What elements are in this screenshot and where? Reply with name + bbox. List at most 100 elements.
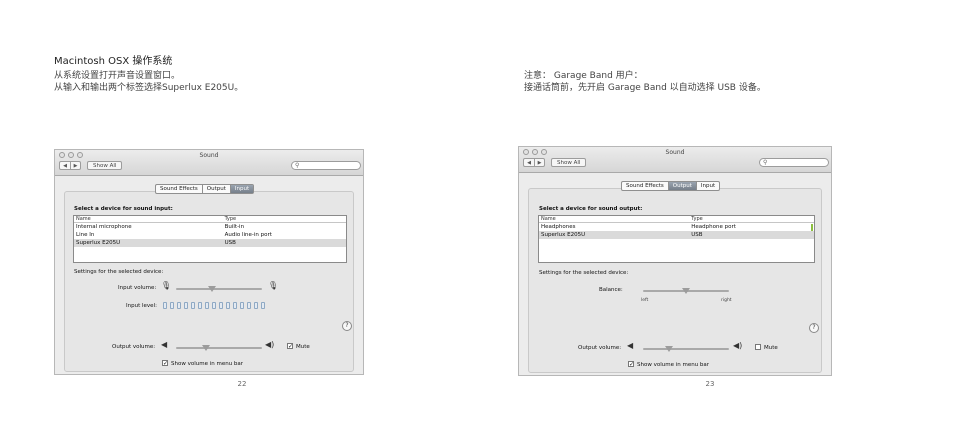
device-type: USB	[224, 240, 236, 246]
select-device-title: Select a device for sound input:	[74, 206, 173, 212]
input-level-led	[170, 302, 174, 309]
table-header: Name Type	[539, 216, 814, 223]
show-all-button[interactable]: Show All	[551, 158, 587, 167]
input-level-led	[191, 302, 195, 309]
tab-output[interactable]: Output	[667, 182, 696, 190]
show-volume-checkbox[interactable]: ✓	[628, 361, 634, 368]
device-name: Line In	[76, 232, 95, 238]
balance-slider-thumb[interactable]	[682, 288, 690, 294]
output-volume-label: Output volume:	[578, 345, 622, 351]
input-level-led	[261, 302, 265, 309]
forward-button[interactable]: ▶	[534, 159, 544, 166]
show-volume-checkbox[interactable]: ✓	[162, 360, 168, 367]
window-title: Sound	[665, 149, 685, 156]
settings-label: Settings for the selected device:	[74, 269, 164, 275]
device-name: Headphones	[541, 224, 576, 230]
input-level-led	[240, 302, 244, 309]
balance-left-label: left	[641, 298, 649, 303]
speaker-low-icon: ◀	[161, 340, 168, 349]
device-name: Superlux E205U	[541, 232, 586, 238]
input-level-led	[254, 302, 258, 309]
input-device-table[interactable]: Name Type Internal microphone Built-in L…	[73, 215, 347, 263]
back-button[interactable]: ◀	[524, 159, 534, 166]
input-volume-label: Input volume:	[118, 285, 157, 291]
table-header: Name Type	[74, 216, 346, 223]
window-title: Sound	[199, 152, 219, 159]
output-volume-slider-thumb[interactable]	[664, 346, 673, 352]
column-type-header[interactable]: Type	[690, 216, 814, 222]
window-toolbar: Sound ◀ ▶ Show All ⚲	[55, 150, 363, 176]
note-line-2: 接通话筒前，先开启 Garage Band 以自动选择 USB 设备。	[524, 83, 766, 93]
output-device-table[interactable]: Name Type Headphones Headphone port Supe…	[538, 215, 815, 263]
help-button[interactable]: ?	[809, 323, 819, 333]
device-name: Internal microphone	[76, 224, 132, 230]
column-name-header[interactable]: Name	[74, 216, 224, 222]
device-name: Superlux E205U	[76, 240, 121, 246]
mute-label: Mute	[764, 345, 778, 351]
tab-sound-effects[interactable]: Sound Effects	[622, 182, 668, 190]
input-level-led	[163, 302, 167, 309]
device-type: Headphone port	[691, 224, 736, 230]
output-volume-slider[interactable]	[643, 348, 729, 350]
search-field[interactable]: ⚲	[291, 161, 361, 170]
back-button[interactable]: ◀	[60, 162, 70, 169]
forward-button[interactable]: ▶	[70, 162, 80, 169]
input-level-led	[233, 302, 237, 309]
page-number-left: 22	[237, 380, 247, 388]
tab-output[interactable]: Output	[201, 185, 230, 193]
input-level-led	[184, 302, 188, 309]
instruction-line-1: 从系统设置打开声音设置窗口。	[54, 71, 181, 81]
note-line-1: 注意： Garage Band 用户：	[524, 71, 643, 81]
input-volume-slider-thumb[interactable]	[208, 286, 217, 292]
sound-preferences-window-input: Sound ◀ ▶ Show All ⚲ Sound Effects Outpu…	[54, 149, 364, 375]
tab-bar: Sound Effects Output Input	[621, 181, 721, 191]
input-level-led	[177, 302, 181, 309]
mute-checkbox[interactable]: ✓	[287, 343, 293, 350]
table-row-selected[interactable]: Superlux E205U USB	[539, 231, 814, 239]
search-icon: ⚲	[295, 162, 300, 169]
input-level-led	[226, 302, 230, 309]
speaker-high-icon: ◀)	[265, 340, 275, 349]
input-volume-slider[interactable]	[176, 288, 262, 290]
balance-label: Balance:	[599, 287, 623, 293]
input-level-led	[212, 302, 216, 309]
input-level-led	[247, 302, 251, 309]
device-type: Built-in	[224, 224, 245, 230]
help-button[interactable]: ?	[342, 321, 352, 331]
table-row[interactable]: Headphones Headphone port	[539, 223, 814, 231]
show-volume-label: Show volume in menu bar	[171, 361, 244, 367]
select-device-title: Select a device for sound output:	[539, 206, 643, 212]
input-level-led	[219, 302, 223, 309]
table-row-selected[interactable]: Superlux E205U USB	[74, 239, 346, 247]
tab-input[interactable]: Input	[229, 185, 254, 193]
balance-right-label: right	[721, 298, 732, 303]
nav-buttons: ◀ ▶	[523, 158, 545, 167]
page-number-right: 23	[705, 380, 715, 388]
tab-sound-effects[interactable]: Sound Effects	[156, 185, 202, 193]
instruction-line-2: 从输入和输出两个标签选择Superlux E205U。	[54, 83, 244, 93]
mute-label: Mute	[296, 344, 310, 350]
table-row[interactable]: Line In Audio line-in port	[74, 231, 346, 239]
input-level-meter	[163, 302, 265, 309]
search-field[interactable]: ⚲	[759, 158, 829, 167]
input-level-label: Input level:	[126, 303, 157, 309]
show-volume-label: Show volume in menu bar	[637, 362, 710, 368]
microphone-low-icon: 🎙	[161, 281, 172, 290]
tab-input[interactable]: Input	[695, 182, 719, 190]
sound-preferences-window-output: Sound ◀ ▶ Show All ⚲ Sound Effects Outpu…	[518, 146, 832, 376]
show-all-button[interactable]: Show All	[87, 161, 123, 170]
input-level-led	[198, 302, 202, 309]
speaker-high-icon: ◀)	[733, 341, 743, 350]
mute-checkbox[interactable]	[755, 344, 761, 350]
column-name-header[interactable]: Name	[539, 216, 690, 222]
device-type: Audio line-in port	[224, 232, 272, 238]
window-toolbar: Sound ◀ ▶ Show All ⚲	[519, 147, 831, 173]
speaker-low-icon: ◀	[627, 341, 634, 350]
device-type: USB	[691, 232, 703, 238]
output-volume-slider-thumb[interactable]	[202, 345, 211, 351]
settings-label: Settings for the selected device:	[539, 270, 629, 276]
column-type-header[interactable]: Type	[224, 216, 346, 222]
table-row[interactable]: Internal microphone Built-in	[74, 223, 346, 231]
selection-indicator	[811, 224, 813, 231]
output-volume-slider[interactable]	[176, 347, 262, 349]
